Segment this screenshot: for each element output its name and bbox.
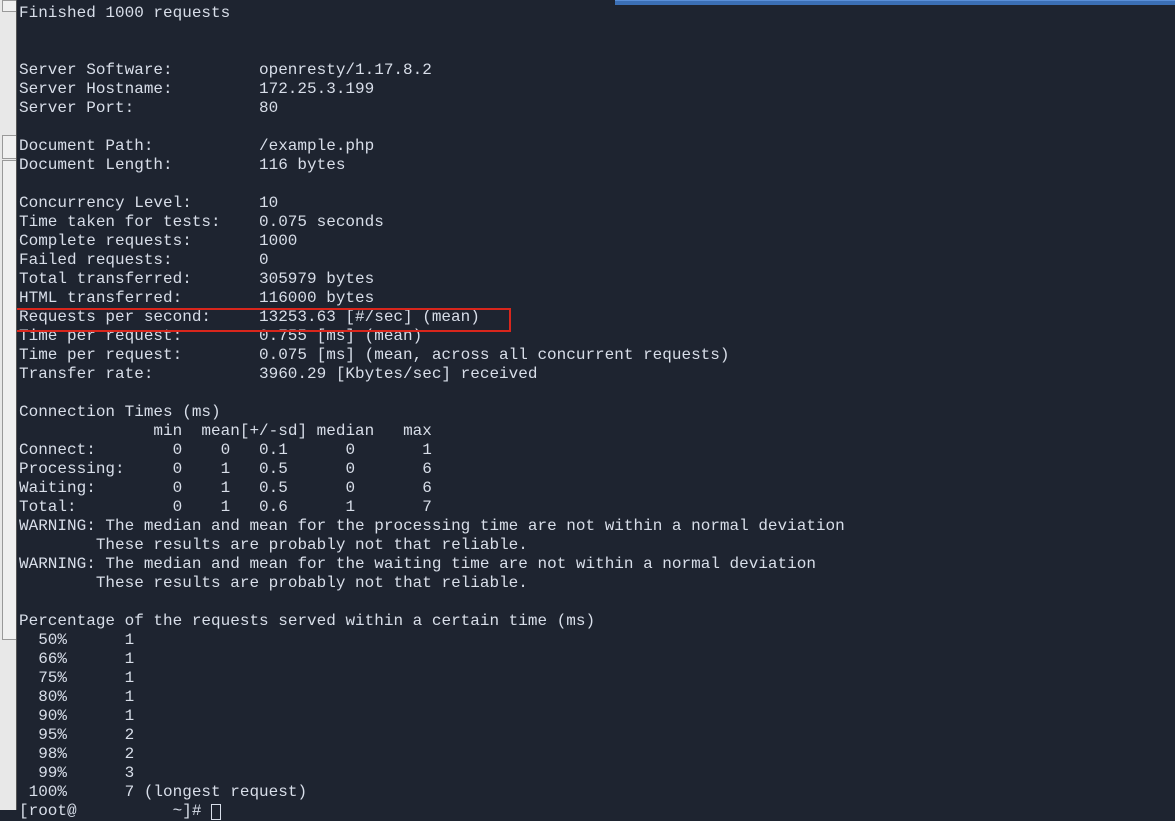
output-line: 100% 7 (longest request) [19,783,1175,802]
sidebar-tab[interactable] [2,0,16,12]
output-line: Total transferred:305979 bytes [19,270,1175,289]
output-line: Requests per second:13253.63 [#/sec] (me… [19,308,1175,327]
output-line: 99% 3 [19,764,1175,783]
output-line: WARNING: The median and mean for the pro… [19,517,1175,536]
output-line: 98% 2 [19,745,1175,764]
output-line [19,23,1175,42]
sidebar-tab[interactable] [2,135,16,159]
output-line: Server Software:openresty/1.17.8.2 [19,61,1175,80]
output-line: Connection Times (ms) [19,403,1175,422]
output-line [19,384,1175,403]
output-line: Finished 1000 requests [19,4,1175,23]
output-line: 66% 1 [19,650,1175,669]
output-line: 95% 2 [19,726,1175,745]
output-line [19,593,1175,612]
output-line [19,118,1175,137]
sidebar-tab[interactable] [2,160,16,640]
output-line: 80% 1 [19,688,1175,707]
output-line: 50% 1 [19,631,1175,650]
output-line: Concurrency Level:10 [19,194,1175,213]
output-line: Document Path:/example.php [19,137,1175,156]
output-line: Failed requests:0 [19,251,1175,270]
output-line [19,175,1175,194]
prompt-line[interactable]: [root@ ~]# [19,802,1175,821]
terminal-output[interactable]: Finished 1000 requests Server Software:o… [17,4,1175,821]
output-line: WARNING: The median and mean for the wai… [19,555,1175,574]
cursor [211,804,221,820]
output-line: These results are probably not that reli… [19,574,1175,593]
output-line: Document Length:116 bytes [19,156,1175,175]
output-line: Complete requests:1000 [19,232,1175,251]
output-line: HTML transferred:116000 bytes [19,289,1175,308]
output-line: Time taken for tests:0.075 seconds [19,213,1175,232]
output-line: Time per request:0.755 [ms] (mean) [19,327,1175,346]
output-line: Processing: 0 1 0.5 0 6 [19,460,1175,479]
output-line: Percentage of the requests served within… [19,612,1175,631]
output-line: Time per request:0.075 [ms] (mean, acros… [19,346,1175,365]
output-line: Transfer rate:3960.29 [Kbytes/sec] recei… [19,365,1175,384]
output-line: 75% 1 [19,669,1175,688]
output-line: Total: 0 1 0.6 1 7 [19,498,1175,517]
output-line: Server Hostname:172.25.3.199 [19,80,1175,99]
output-line: Server Port:80 [19,99,1175,118]
editor-sidebar [0,0,17,810]
output-line: 90% 1 [19,707,1175,726]
output-line [19,42,1175,61]
output-line: Waiting: 0 1 0.5 0 6 [19,479,1175,498]
output-line: Connect: 0 0 0.1 0 1 [19,441,1175,460]
output-line: min mean[+/-sd] median max [19,422,1175,441]
output-line: These results are probably not that reli… [19,536,1175,555]
